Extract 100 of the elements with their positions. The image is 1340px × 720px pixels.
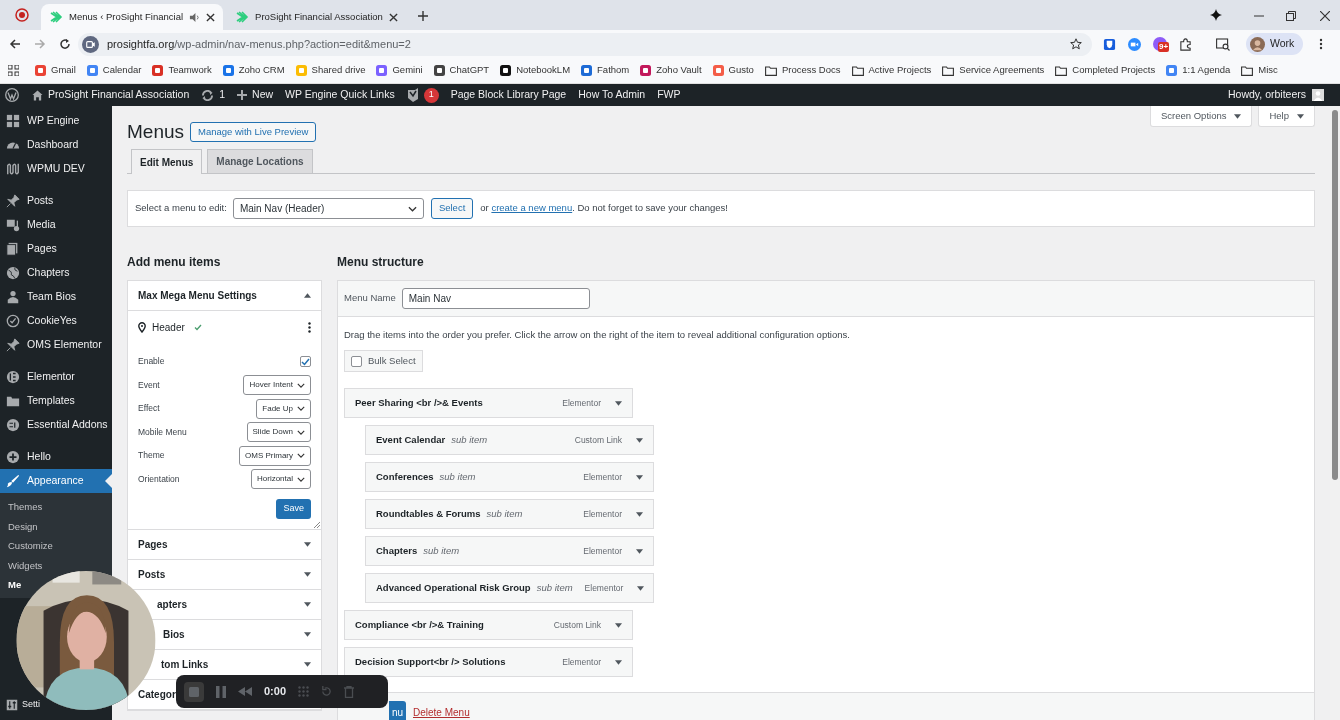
address-field[interactable]: prosightfa.org/wp-admin/nav-menus.php?action=edit&menu=2 xyxy=(78,32,1092,56)
close-icon[interactable] xyxy=(206,12,216,22)
shield-icon[interactable] xyxy=(1103,37,1116,51)
more-icon[interactable] xyxy=(1319,38,1324,50)
submenu-item[interactable]: Me xyxy=(8,579,22,590)
menu-item[interactable]: Chapters sub item Elementor xyxy=(365,536,654,567)
sidebar-item[interactable]: OMS Elementor xyxy=(0,333,112,357)
menu-item[interactable]: Advanced Operational Risk Group sub item Elementor xyxy=(365,573,654,604)
restart-icon[interactable] xyxy=(321,686,333,697)
grid-dots-icon[interactable] xyxy=(298,686,310,697)
pause-icon[interactable] xyxy=(216,685,226,698)
back-icon[interactable] xyxy=(9,38,21,50)
more-icon[interactable] xyxy=(308,321,311,333)
accordion-title[interactable]: Posts xyxy=(138,567,166,582)
save-menu-button[interactable]: nu xyxy=(389,701,406,720)
sidebar-item[interactable]: Dashboard xyxy=(0,133,112,157)
setting-dropdown[interactable]: Slide Down xyxy=(246,422,311,443)
wordpress-logo-icon[interactable] xyxy=(5,88,19,102)
bookmark[interactable]: Shared drive xyxy=(295,63,366,78)
select-button[interactable]: Select xyxy=(430,198,474,219)
admin-bar-link[interactable]: ProSight Financial Association xyxy=(32,87,190,103)
bookmark[interactable]: Active Projects xyxy=(851,63,932,78)
sidebar-item[interactable]: Media xyxy=(0,213,112,237)
sidebar-item[interactable]: Team Bios xyxy=(0,285,112,309)
menu-item[interactable]: Conferences sub item Elementor xyxy=(365,462,654,493)
sidebar-item[interactable]: WPMU DEV xyxy=(0,157,112,181)
bookmark[interactable]: Teamwork xyxy=(152,63,212,78)
resize-handle-icon[interactable] xyxy=(314,522,320,528)
sidebar-item[interactable]: Setti xyxy=(6,698,40,712)
sidebar-item[interactable]: Chapters xyxy=(0,261,112,285)
submenu-item[interactable]: Themes xyxy=(8,501,43,512)
bulk-select-button[interactable]: Bulk Select xyxy=(344,350,423,373)
nav-tab[interactable]: Manage Locations xyxy=(207,149,313,173)
sidebar-item[interactable]: WP Engine xyxy=(0,109,112,133)
record-icon[interactable] xyxy=(15,8,29,22)
menu-item[interactable]: Event Calendar sub item Custom Link xyxy=(365,425,654,456)
bookmark[interactable]: NotebookLM xyxy=(500,63,571,78)
bookmark[interactable]: 1:1 Agenda xyxy=(1166,63,1231,78)
save-button[interactable]: Save xyxy=(276,499,311,519)
expand-caret-icon[interactable] xyxy=(636,474,643,480)
sidebar-item[interactable]: Elementor xyxy=(0,365,112,389)
expand-caret-icon[interactable] xyxy=(615,400,622,406)
browser-tab[interactable]: ProSight Financial Association xyxy=(227,4,406,30)
menu-item[interactable]: Roundtables & Forums sub item Elementor xyxy=(365,499,654,530)
admin-bar-link[interactable]: How To Admin xyxy=(578,87,646,103)
expand-caret-icon[interactable] xyxy=(637,585,645,591)
menu-item[interactable]: Decision Support<br /> Solutions Elementor xyxy=(344,647,633,678)
bookmark[interactable]: Service Agreements xyxy=(942,63,1045,78)
menu-dropdown[interactable]: Main Nav (Header) xyxy=(232,198,424,219)
speaker-icon[interactable] xyxy=(189,11,201,23)
expand-caret-icon[interactable] xyxy=(615,622,622,628)
bookmark-star-icon[interactable] xyxy=(1070,38,1082,50)
submenu-item[interactable]: Widgets xyxy=(8,559,43,571)
accordion-header[interactable]: Max Mega Menu Settings xyxy=(128,281,321,311)
bookmark[interactable]: Zoho Vault xyxy=(640,63,702,78)
extension-icon[interactable]: 9+ xyxy=(1153,37,1167,51)
bookmark[interactable]: Fathom xyxy=(581,63,630,78)
menu-name-field[interactable]: Main Nav xyxy=(401,288,590,309)
restore-icon[interactable] xyxy=(1286,11,1296,21)
bookmark[interactable]: Completed Projects xyxy=(1055,63,1156,78)
admin-bar-link[interactable]: 1 xyxy=(406,87,439,103)
menu-item[interactable]: Peer Sharing <br />& Events Elementor xyxy=(344,388,633,419)
reload-icon[interactable] xyxy=(59,38,71,50)
setting-dropdown[interactable]: Horizontal xyxy=(251,469,311,490)
account-menu[interactable]: Howdy, orbiteers xyxy=(1228,87,1324,103)
admin-bar-link[interactable]: WP Engine Quick Links xyxy=(285,87,395,103)
bookmark[interactable]: Gusto xyxy=(712,63,754,78)
setting-dropdown[interactable]: Fade Up xyxy=(256,398,311,419)
stop-button[interactable] xyxy=(184,681,204,702)
bookmark[interactable]: Misc xyxy=(1241,63,1278,78)
screen-options-tab[interactable]: Screen Options xyxy=(1149,106,1253,127)
accordion-title[interactable]: apters xyxy=(157,597,187,612)
profile-button[interactable]: Work xyxy=(1246,33,1304,55)
new-tab-icon[interactable] xyxy=(417,11,428,21)
submenu-item[interactable]: Design xyxy=(8,520,38,532)
screen-search-icon[interactable] xyxy=(1216,37,1230,51)
apps-icon[interactable] xyxy=(8,65,19,76)
puzzle-icon[interactable] xyxy=(1179,37,1192,51)
accordion-title[interactable]: Bios xyxy=(163,627,185,642)
sidebar-item[interactable]: Hello xyxy=(0,445,112,469)
sidebar-item[interactable]: Posts xyxy=(0,189,112,213)
bookmark[interactable]: Gemini xyxy=(376,63,423,78)
accordion-title[interactable]: tom Links xyxy=(161,657,209,672)
bookmark[interactable]: ChatGPT xyxy=(433,63,490,78)
admin-bar-link[interactable]: Page Block Library Page xyxy=(450,87,567,103)
expand-caret-icon[interactable] xyxy=(615,659,622,665)
accordion-title[interactable]: Pages xyxy=(138,537,168,552)
accordion-title[interactable]: Categor xyxy=(138,687,176,702)
admin-bar-link[interactable]: New xyxy=(237,87,274,103)
sidebar-item[interactable]: Pages xyxy=(0,237,112,261)
collapse-caret-icon[interactable] xyxy=(304,293,311,298)
sidebar-item[interactable]: Appearance xyxy=(0,469,112,493)
bookmark[interactable]: Process Docs xyxy=(764,63,841,78)
sidebar-item[interactable]: Essential Addons xyxy=(0,413,112,437)
menu-item[interactable]: Compliance <br />& Training Custom Link xyxy=(344,610,633,641)
close-icon[interactable] xyxy=(388,12,398,22)
nav-tab[interactable]: Edit Menus xyxy=(131,149,203,174)
video-call-icon[interactable] xyxy=(1128,37,1141,51)
bookmark[interactable]: Gmail xyxy=(35,63,76,78)
expand-caret-icon[interactable] xyxy=(636,437,643,443)
